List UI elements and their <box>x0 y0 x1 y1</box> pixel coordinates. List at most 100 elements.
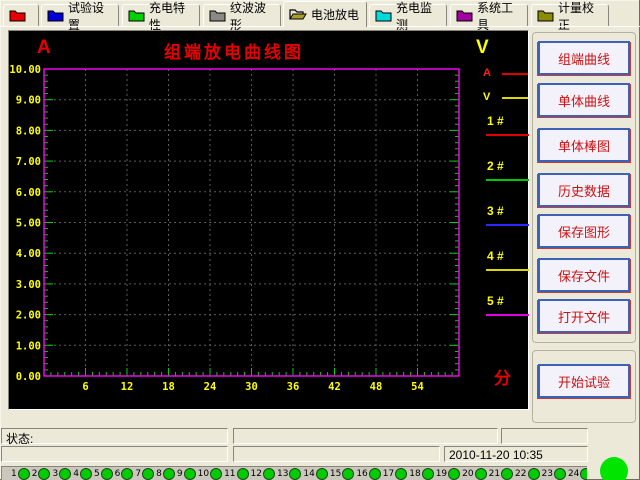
status-panel: 状态: <box>1 428 228 446</box>
datetime-panel: 2010-11-20 10:35 <box>444 446 588 462</box>
cell-indicator: 20 <box>462 467 487 480</box>
legend-label: A <box>483 67 491 79</box>
svg-text:7.00: 7.00 <box>16 156 41 168</box>
folder-icon <box>456 10 473 22</box>
legend-label: V <box>483 91 491 103</box>
cell-status-dot <box>38 467 51 480</box>
cell-number: 20 <box>462 468 474 479</box>
cell-number: 24 <box>567 468 580 479</box>
cell-number: 16 <box>356 468 368 479</box>
cell-number: 17 <box>382 468 395 479</box>
tab-charge-characteristics[interactable]: 充电特性 <box>122 1 200 32</box>
cell-status-dot <box>395 467 408 480</box>
cell-number: 9 <box>176 468 183 479</box>
tab-test-setup[interactable]: 试验设置 <box>41 1 119 32</box>
start-test-group: 开始试验 <box>532 350 636 423</box>
folder-icon <box>47 10 64 22</box>
tab-label: 电池放电 <box>311 8 360 22</box>
start-test-button[interactable]: 开始试验 <box>538 364 630 398</box>
cell-status-dot <box>262 467 275 480</box>
cell-bar-button[interactable]: 单体棒图 <box>538 128 630 162</box>
cell-status-dot <box>448 467 461 480</box>
folder-icon <box>209 10 226 22</box>
tab-main[interactable] <box>3 4 39 26</box>
legend-label: 3 # <box>487 204 504 218</box>
cell-indicator: 24 <box>567 467 587 480</box>
legend-line <box>486 134 529 136</box>
tab-calibration[interactable]: 计量校正 <box>531 1 609 32</box>
tab-battery-discharge[interactable]: 电池放电 <box>283 1 367 27</box>
svg-text:10.00: 10.00 <box>9 64 41 76</box>
open-file-button[interactable]: 打开文件 <box>538 299 630 333</box>
chart-actions-group: 组端曲线 单体曲线 单体棒图 历史数据 保存图形 保存文件 打开文件 <box>532 32 636 343</box>
cell-status-dot <box>474 467 487 480</box>
cell-number: 13 <box>276 468 289 479</box>
cell-number: 7 <box>135 468 142 479</box>
legend-label: 5 # <box>487 294 504 308</box>
legend-line <box>486 269 529 271</box>
tab-charge-monitor[interactable]: 充电监测 <box>369 1 447 32</box>
svg-text:36: 36 <box>287 381 300 393</box>
svg-text:4.00: 4.00 <box>16 248 41 260</box>
save-image-button[interactable]: 保存图形 <box>538 214 630 248</box>
save-file-button[interactable]: 保存文件 <box>538 258 630 292</box>
chart-title: 组端放电曲线图 <box>164 43 304 62</box>
cell-indicator: 22 <box>515 467 540 480</box>
svg-text:12: 12 <box>121 381 134 393</box>
cell-status-dot <box>421 467 434 480</box>
legend-line <box>486 224 529 226</box>
cell-indicator: 8 <box>156 467 175 480</box>
cell-indicator-strip: 1234567891011121314151617181920212223242… <box>1 466 587 480</box>
svg-text:48: 48 <box>370 381 383 393</box>
cell-indicator: 11 <box>224 467 249 480</box>
cell-indicator: 14 <box>303 467 328 480</box>
cell-status-dot <box>501 467 514 480</box>
cell-number: 4 <box>73 468 79 479</box>
app-window: 试验设置 充电特性 纹波波形 电池放电 充电监测 系统工具 计量校正 0.00 … <box>0 0 640 480</box>
svg-text:9.00: 9.00 <box>16 95 41 107</box>
history-data-button[interactable]: 历史数据 <box>538 173 630 207</box>
chart-grid: 0.00 1.00 2.00 3.00 4.00 5.00 6.00 7.00 8.00 9.00… <box>9 64 460 393</box>
cell-indicator: 13 <box>276 467 302 480</box>
cell-number: 5 <box>93 468 100 479</box>
cell-status-dot <box>162 467 175 480</box>
cell-status-dot <box>79 467 92 480</box>
svg-text:30: 30 <box>245 381 258 393</box>
run-indicator-lamp <box>600 457 628 480</box>
status-panel-2 <box>233 428 498 444</box>
folder-icon <box>537 10 554 22</box>
legend-line <box>502 97 528 99</box>
right-axis-unit: V <box>476 37 489 58</box>
cell-status-dot <box>17 467 30 480</box>
group-curve-button[interactable]: 组端曲线 <box>538 41 630 75</box>
x-axis-unit: 分 <box>494 369 511 388</box>
cell-number: 8 <box>156 468 162 479</box>
cell-status-dot <box>553 467 566 480</box>
cell-status-dot <box>121 467 134 480</box>
svg-text:24: 24 <box>204 381 217 393</box>
tab-ripple-waveform[interactable]: 纹波波形 <box>203 1 281 32</box>
cell-indicator: 5 <box>93 467 113 480</box>
svg-text:42: 42 <box>328 381 341 393</box>
cell-indicator: 12 <box>250 467 275 480</box>
cell-number: 2 <box>31 468 38 479</box>
discharge-chart-panel: 0.00 1.00 2.00 3.00 4.00 5.00 6.00 7.00 8.00 9.00… <box>8 30 529 410</box>
cell-curve-button[interactable]: 单体曲线 <box>538 83 630 117</box>
cell-status-dot <box>236 467 249 480</box>
tab-system-tools[interactable]: 系统工具 <box>450 1 528 32</box>
status-panel-5 <box>233 446 440 462</box>
svg-text:3.00: 3.00 <box>16 279 41 291</box>
cell-status-dot <box>527 467 540 480</box>
cell-status-dot <box>342 467 355 480</box>
legend-line <box>486 179 529 181</box>
cell-status-dot <box>368 467 381 480</box>
svg-text:18: 18 <box>162 381 175 393</box>
cell-number: 14 <box>303 468 315 479</box>
cell-number: 18 <box>409 468 421 479</box>
svg-text:6: 6 <box>82 381 88 393</box>
cell-number: 10 <box>197 468 210 479</box>
cell-number: 12 <box>250 468 262 479</box>
cell-indicator: 3 <box>52 467 72 480</box>
svg-text:1.00: 1.00 <box>16 340 41 352</box>
datetime-text: 2010-11-20 10:35 <box>449 448 543 462</box>
